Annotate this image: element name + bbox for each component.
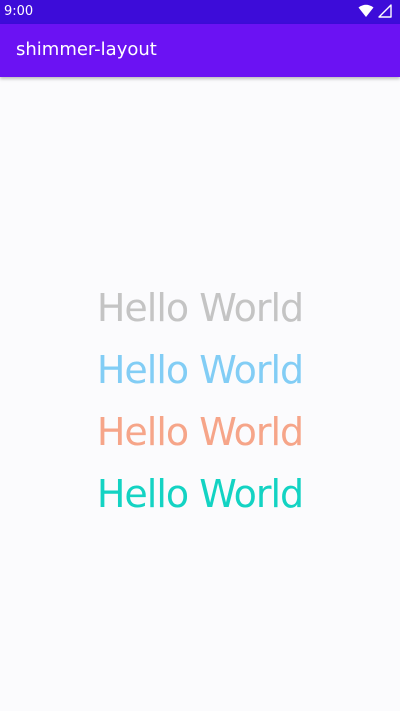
content-area: Hello World Hello World Hello World Hell… bbox=[0, 77, 400, 711]
app-bar: shimmer-layout bbox=[0, 24, 400, 77]
hello-text-orange: Hello World bbox=[96, 410, 304, 454]
hello-text-gray: Hello World bbox=[96, 286, 304, 330]
signal-icon bbox=[378, 3, 392, 22]
status-icons bbox=[358, 3, 392, 22]
hello-text-blue: Hello World bbox=[96, 348, 304, 392]
status-time: 9:00 bbox=[4, 4, 34, 19]
wifi-icon bbox=[358, 3, 374, 22]
app-screen: 9:00 shimmer-layout Hello World Hello Wo… bbox=[0, 0, 400, 711]
status-bar: 9:00 bbox=[0, 0, 400, 24]
app-title: shimmer-layout bbox=[16, 39, 157, 60]
shimmer-text-stack: Hello World Hello World Hello World Hell… bbox=[0, 277, 400, 525]
hello-text-teal: Hello World bbox=[96, 472, 304, 516]
